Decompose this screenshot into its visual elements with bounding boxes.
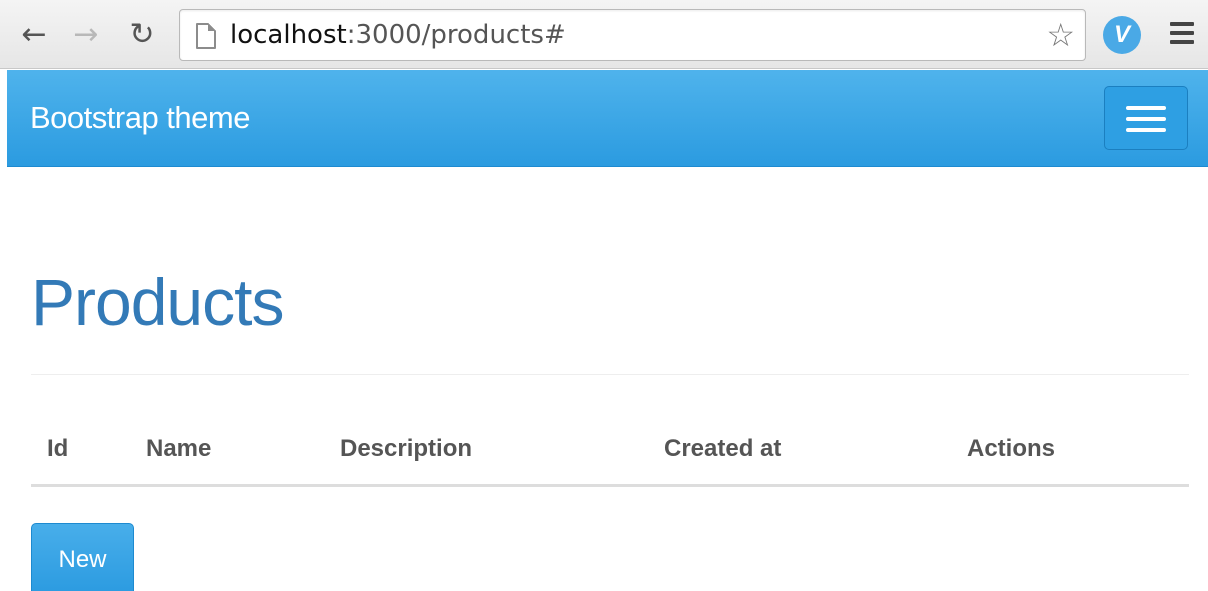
column-header-name: Name — [146, 435, 212, 462]
title-divider — [31, 374, 1189, 375]
reload-icon[interactable]: ↻ — [122, 14, 162, 54]
table-header-divider — [31, 484, 1189, 487]
forward-arrow-icon[interactable]: → — [66, 14, 106, 54]
page-icon — [196, 23, 216, 49]
url-path: :3000/products# — [346, 20, 566, 50]
back-arrow-icon[interactable]: ← — [14, 14, 54, 54]
address-bar[interactable]: localhost:3000/products# ☆ — [179, 9, 1086, 61]
column-header-actions: Actions — [967, 435, 1056, 462]
browser-toolbar: ← → ↻ localhost:3000/products# ☆ V — [0, 0, 1208, 69]
page-title: Products — [31, 265, 284, 339]
column-header-description: Description — [340, 435, 473, 462]
url-text[interactable]: localhost:3000/products# — [230, 10, 566, 60]
new-product-button[interactable]: New — [31, 523, 134, 591]
column-header-id: Id — [47, 435, 69, 462]
browser-menu-icon[interactable] — [1170, 22, 1194, 46]
navbar-brand[interactable]: Bootstrap theme — [30, 70, 250, 166]
navbar-toggle-button[interactable] — [1104, 86, 1188, 150]
url-host: localhost — [230, 20, 347, 50]
extension-icon[interactable]: V — [1103, 16, 1141, 54]
column-header-created-at: Created at — [664, 435, 782, 462]
app-navbar: Bootstrap theme — [7, 70, 1208, 167]
hamburger-icon — [1126, 106, 1166, 110]
bookmark-star-icon[interactable]: ☆ — [1046, 18, 1075, 52]
